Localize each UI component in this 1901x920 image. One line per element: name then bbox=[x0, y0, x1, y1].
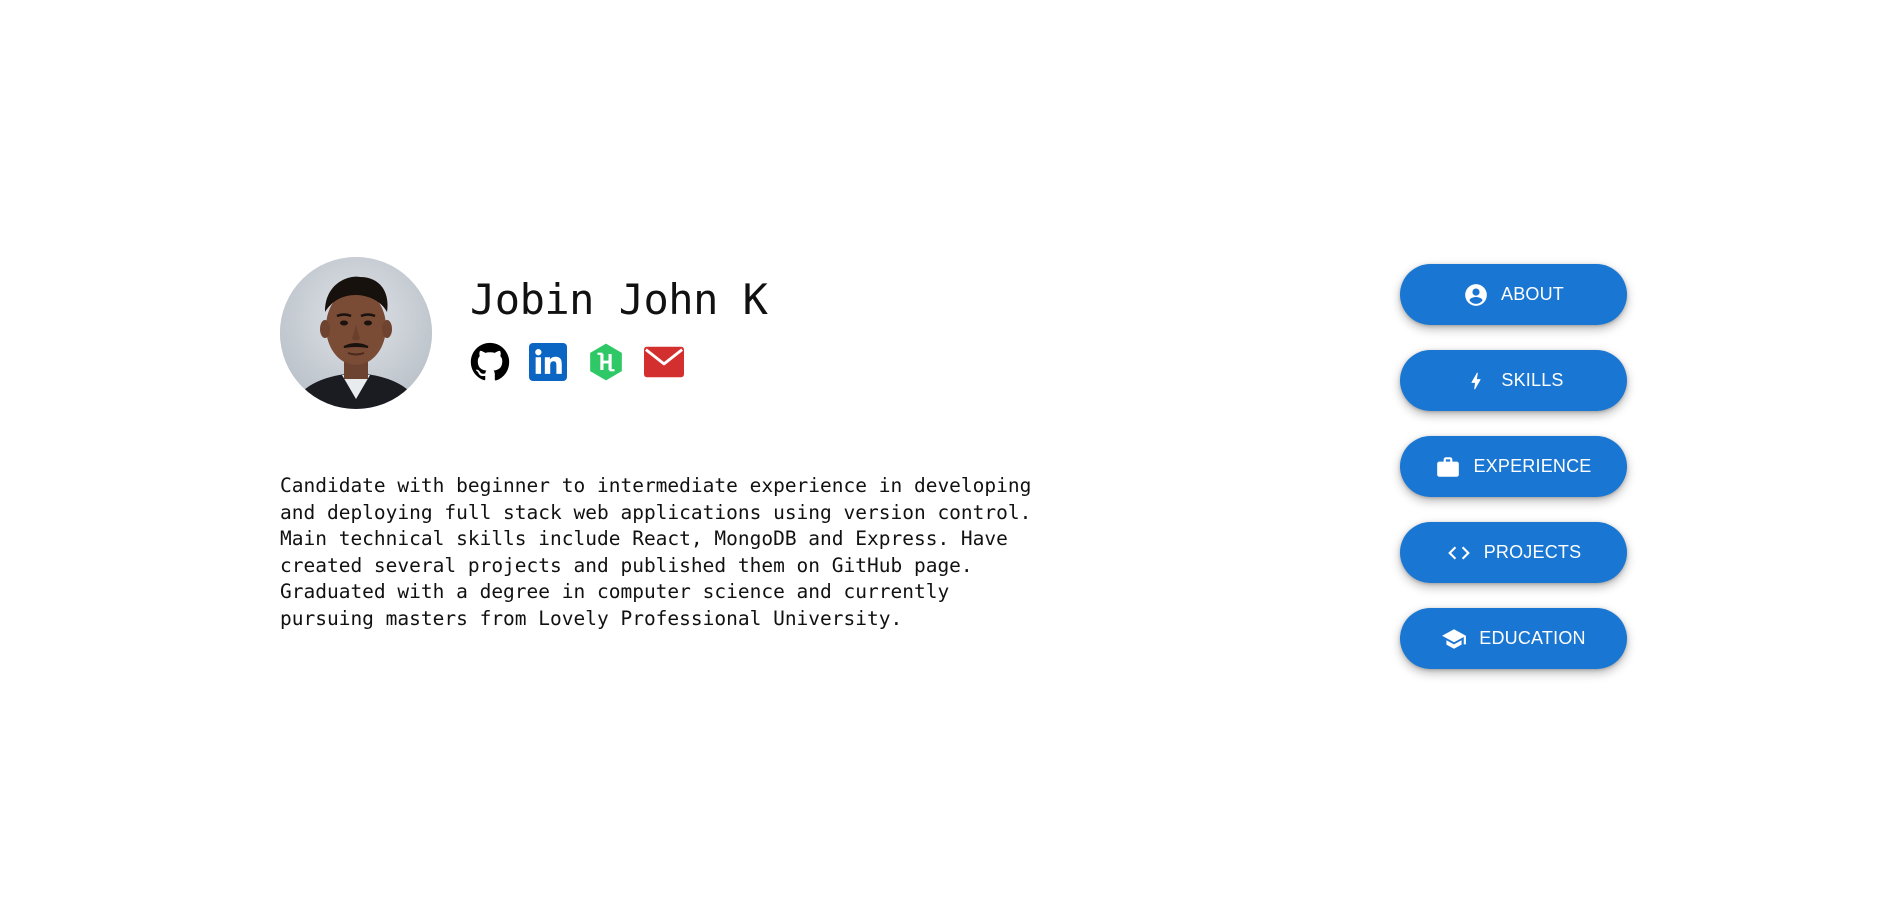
education-button[interactable]: EDUCATION bbox=[1400, 608, 1627, 669]
profile-photo-icon bbox=[280, 257, 432, 409]
profile-header: Jobin John K bbox=[280, 257, 1040, 409]
about-label: ABOUT bbox=[1500, 284, 1564, 304]
graduation-cap-icon bbox=[1441, 626, 1467, 652]
section-nav: ABOUT SKILLS EXPERIENCE PROJECTS EDUCATI… bbox=[1400, 264, 1627, 669]
hackerrank-link[interactable] bbox=[586, 342, 626, 382]
experience-button[interactable]: EXPERIENCE bbox=[1400, 436, 1627, 497]
bolt-icon bbox=[1463, 368, 1489, 394]
linkedin-link[interactable] bbox=[528, 342, 568, 382]
projects-label: PROJECTS bbox=[1483, 542, 1582, 562]
skills-label: SKILLS bbox=[1501, 370, 1564, 390]
briefcase-icon bbox=[1435, 454, 1461, 480]
skills-button[interactable]: SKILLS bbox=[1400, 350, 1627, 411]
bio-text: Candidate with beginner to intermediate … bbox=[280, 474, 1032, 630]
github-link[interactable] bbox=[470, 342, 510, 382]
code-icon bbox=[1446, 540, 1472, 566]
hackerrank-icon bbox=[590, 343, 622, 380]
linkedin-icon bbox=[529, 342, 567, 381]
projects-button[interactable]: PROJECTS bbox=[1400, 522, 1627, 583]
avatar bbox=[280, 257, 432, 409]
education-label: EDUCATION bbox=[1479, 628, 1586, 648]
profile-section: Jobin John K Candidate with beginner to … bbox=[280, 257, 1040, 652]
mail-icon bbox=[644, 346, 684, 377]
social-links bbox=[470, 342, 767, 382]
github-icon bbox=[470, 342, 510, 380]
email-link[interactable] bbox=[644, 342, 684, 382]
about-button[interactable]: ABOUT bbox=[1400, 264, 1627, 325]
profile-name: Jobin John K bbox=[470, 274, 768, 324]
experience-label: EXPERIENCE bbox=[1473, 456, 1592, 476]
name-block: Jobin John K bbox=[470, 274, 768, 382]
account-circle-icon bbox=[1463, 282, 1489, 308]
